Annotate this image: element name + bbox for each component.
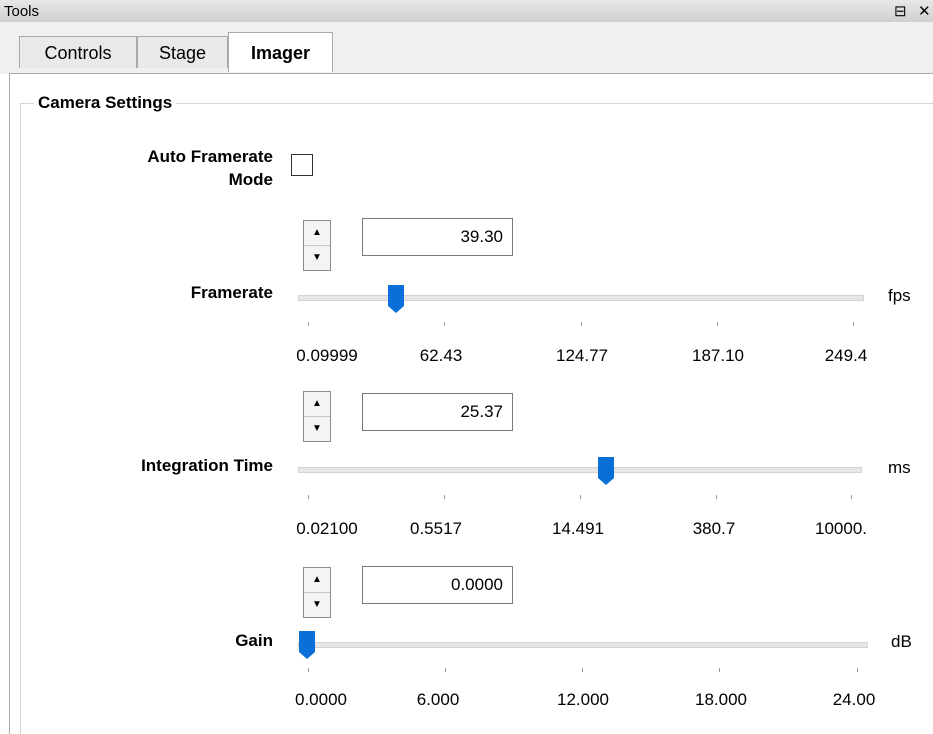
integration-time-tick (580, 495, 581, 499)
framerate-tick (444, 322, 445, 326)
gain-slider-track[interactable] (298, 642, 868, 648)
framerate-tick-label: 249.4 (824, 346, 868, 365)
close-icon[interactable]: ✕ (918, 2, 931, 20)
integration-time-value-input[interactable]: 25.37 (362, 393, 513, 431)
framerate-value-input[interactable]: 39.30 (362, 218, 513, 256)
framerate-down-button[interactable]: ▼ (304, 246, 330, 270)
gain-tick (445, 668, 446, 672)
gain-tick (308, 668, 309, 672)
framerate-tick (853, 322, 854, 326)
gain-value-input[interactable]: 0.0000 (362, 566, 513, 604)
integration-time-up-button[interactable]: ▲ (304, 392, 330, 417)
framerate-slider-track[interactable] (298, 295, 864, 301)
integration-time-tick-label: 380.7 (692, 519, 736, 538)
camera-settings-title: Camera Settings (34, 93, 177, 113)
framerate-tick-label: 62.43 (419, 346, 463, 365)
gain-tick (857, 668, 858, 672)
gain-up-button[interactable]: ▲ (304, 568, 330, 593)
gain-tick (582, 668, 583, 672)
gain-tick-label: 0.0000 (295, 690, 347, 709)
gain-tick-label: 24.00 (832, 690, 876, 709)
integration-time-tick (851, 495, 852, 499)
integration-time-tick-label: 0.02100 (296, 519, 358, 538)
tab-imager[interactable]: Imager (228, 32, 333, 72)
integration-time-spinner[interactable]: ▲ ▼ (303, 391, 331, 442)
framerate-tick-label: 0.09999 (296, 346, 358, 365)
float-window-icon[interactable]: ⊟ (894, 2, 907, 20)
integration-time-tick (308, 495, 309, 499)
tab-strip: Controls Stage Imager (0, 22, 933, 74)
gain-down-button[interactable]: ▼ (304, 593, 330, 617)
integration-time-slider-track[interactable] (298, 467, 862, 473)
framerate-tick-label: 124.77 (556, 346, 608, 365)
integration-time-tick (444, 495, 445, 499)
integration-time-tick-label: 14.491 (552, 519, 604, 538)
framerate-tick (308, 322, 309, 326)
framerate-tick (581, 322, 582, 326)
framerate-up-button[interactable]: ▲ (304, 221, 330, 246)
gain-spinner[interactable]: ▲ ▼ (303, 567, 331, 618)
framerate-tick (717, 322, 718, 326)
framerate-label: Framerate (190, 283, 273, 302)
gain-label: Gain (235, 631, 273, 650)
framerate-unit: fps (888, 286, 911, 305)
gain-tick-label: 18.000 (695, 690, 747, 709)
framerate-tick-label: 187.10 (692, 346, 744, 365)
auto-framerate-checkbox[interactable] (291, 154, 313, 176)
gain-tick-label: 6.000 (416, 690, 460, 709)
framerate-spinner[interactable]: ▲ ▼ (303, 220, 331, 271)
integration-time-label: Integration Time (141, 456, 273, 475)
integration-time-unit: ms (888, 458, 911, 477)
tool-window-titlebar: Tools ⊟ ✕ (0, 0, 933, 23)
integration-time-tick (716, 495, 717, 499)
integration-time-down-button[interactable]: ▼ (304, 417, 330, 441)
gain-unit: dB (891, 632, 912, 651)
gain-tick-label: 12.000 (557, 690, 609, 709)
tab-controls[interactable]: Controls (19, 36, 137, 68)
tab-stage[interactable]: Stage (137, 36, 228, 68)
auto-framerate-label: Auto Framerate Mode (90, 145, 273, 191)
integration-time-tick-label: 0.5517 (410, 519, 462, 538)
gain-tick (719, 668, 720, 672)
auto-framerate-label-line2: Mode (228, 170, 273, 189)
auto-framerate-label-line1: Auto Framerate (147, 147, 273, 166)
integration-time-slider-thumb[interactable] (597, 456, 615, 486)
integration-time-tick-label: 10000. (815, 519, 867, 538)
framerate-slider-thumb[interactable] (387, 284, 405, 314)
gain-slider-thumb[interactable] (298, 630, 316, 660)
window-title: Tools (4, 3, 40, 20)
